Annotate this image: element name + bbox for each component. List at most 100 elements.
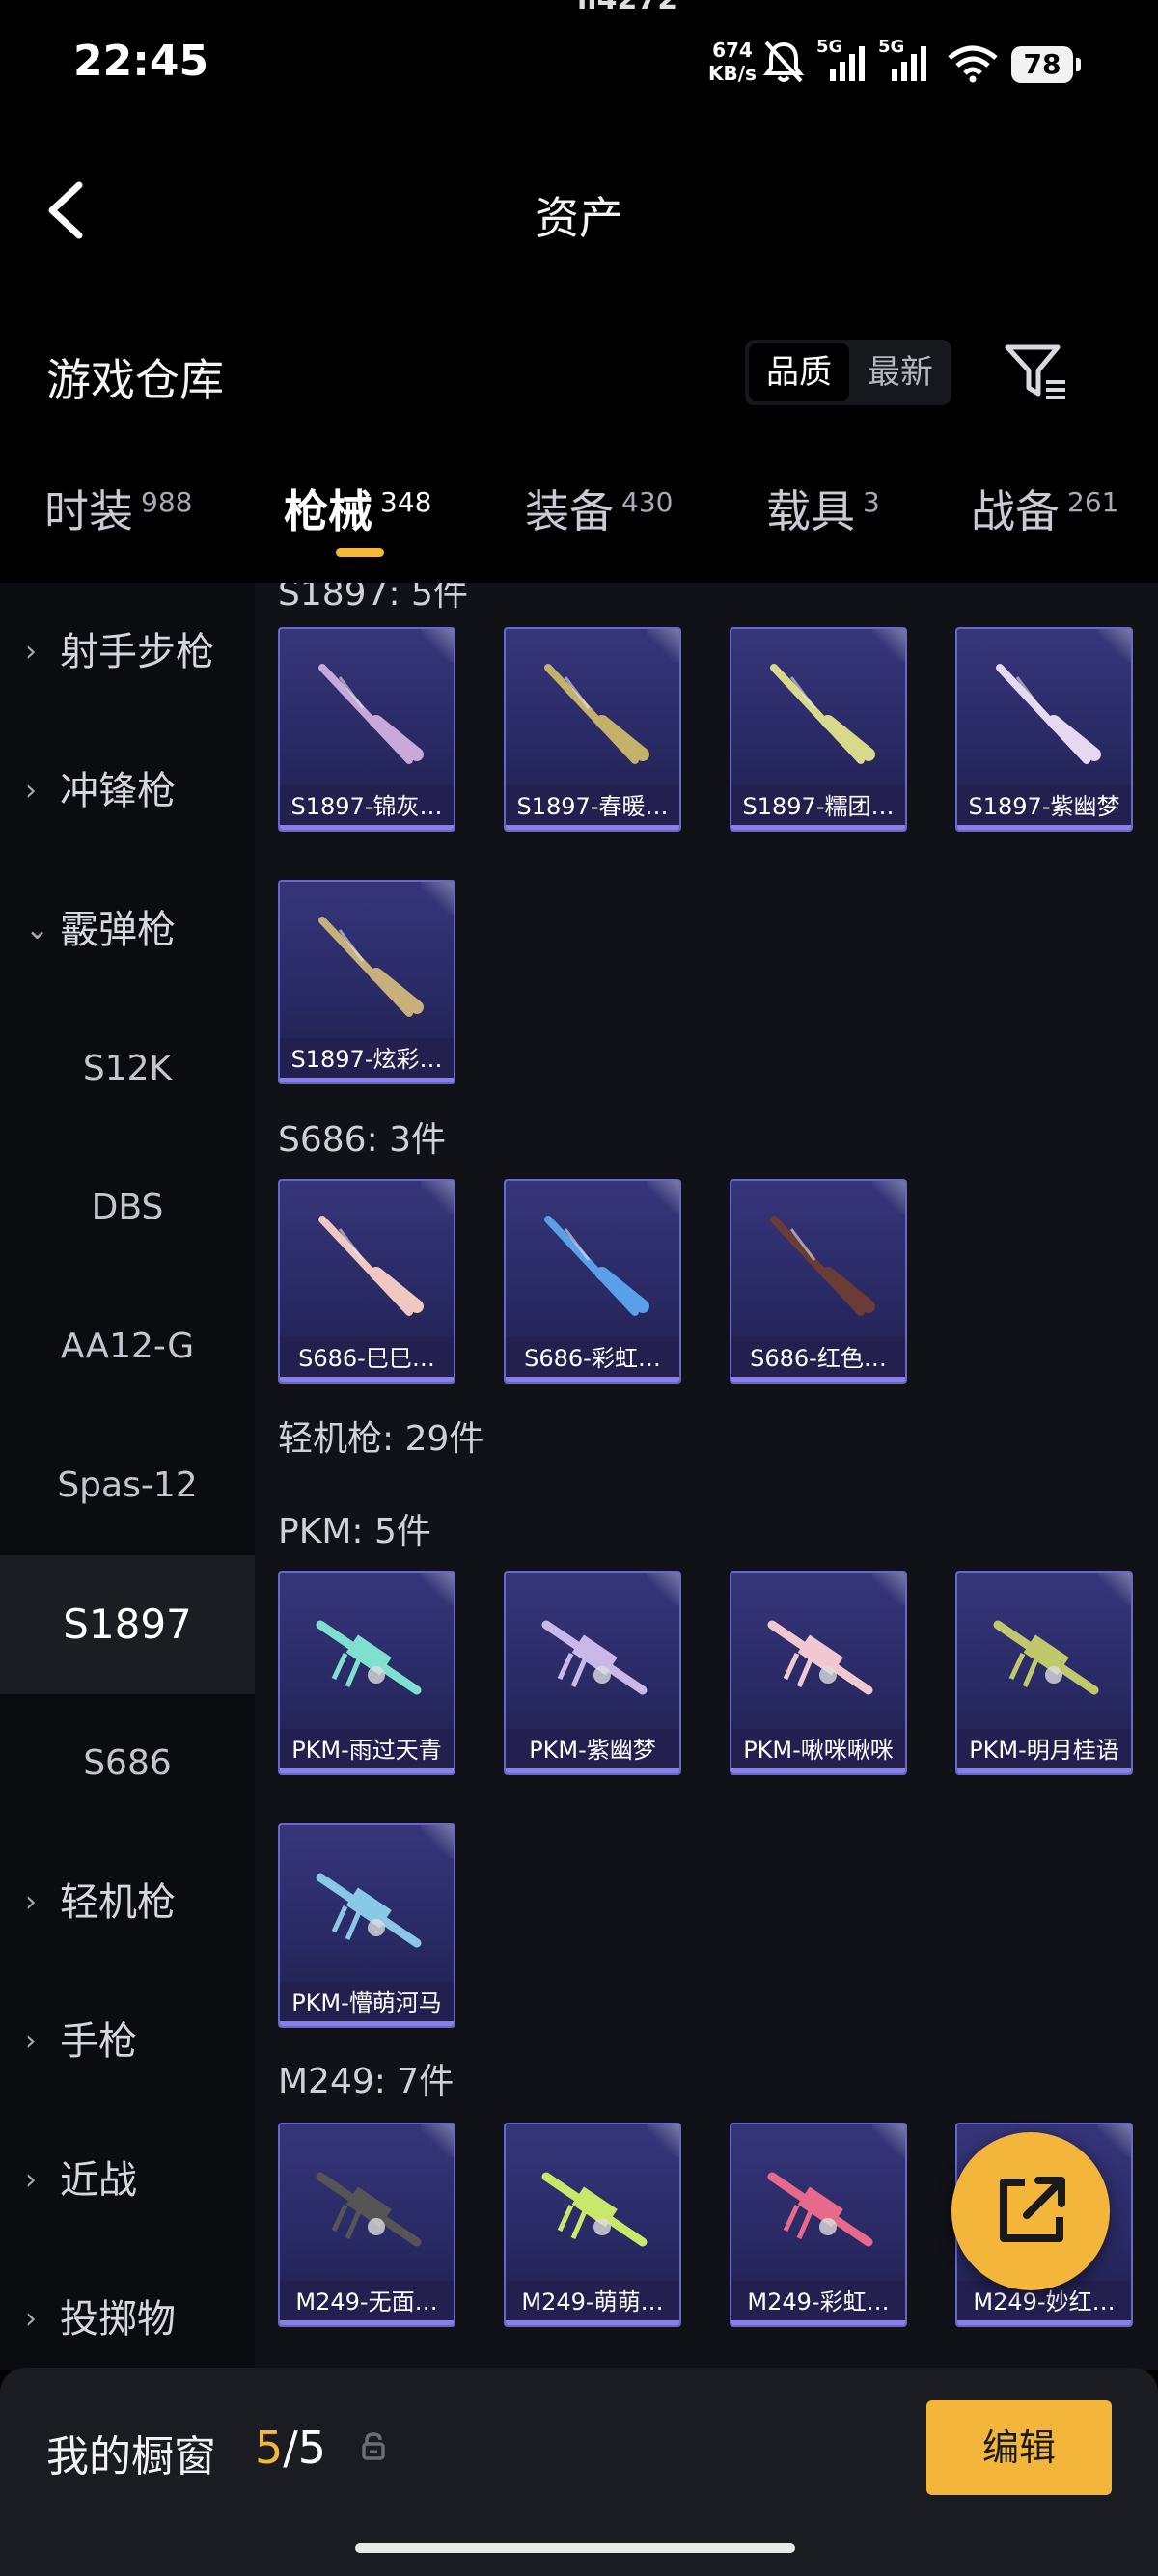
section-title: 游戏仓库 [46,354,224,406]
chevron-right-icon: › [25,2302,37,2336]
weapon-card-pkm-jiumi[interactable]: PKM-啾咪啾咪 [730,1571,907,1775]
weapon-card-s1897-chunnuan[interactable]: S1897-春暖… [504,627,681,832]
weapon-card-label: M249-萌萌… [506,2281,679,2325]
showcase-total: /5 [283,2422,327,2474]
share-export-button[interactable] [951,2132,1110,2290]
group-label: 轻机枪: 29件 [278,1419,484,1459]
sidebar-subitem-s686[interactable]: S686 [0,1694,255,1833]
weapon-card-pkm-mengmenghema[interactable]: PKM-懵萌河马 [278,1823,455,2028]
sidebar-item-shotgun[interactable]: ⌄ 霰弹枪 [0,861,255,1000]
sidebar-item-smg[interactable]: › 冲锋枪 [0,722,255,861]
chevron-right-icon: › [25,2163,37,2197]
tab-count: 988 [141,485,193,518]
tab-fashion[interactable]: 时装 988 [44,477,192,544]
bell-muted-icon [762,39,805,85]
edit-button[interactable]: 编辑 [926,2400,1112,2495]
weapon-image [541,1620,648,1695]
chevron-right-icon: › [25,774,37,808]
weapon-image [996,664,1101,764]
category-sidebar[interactable]: › 射手步枪 › 冲锋枪 ⌄ 霰弹枪 S12K DBS AA12-G Spas-12 … [0,583,255,2370]
network-speed: 674 KB/s [708,39,757,85]
filter-icon[interactable] [1004,342,1071,403]
chevron-right-icon: › [25,1885,37,1919]
wifi-icon [946,44,1000,83]
weapon-card-label: S1897-锦灰… [280,785,454,830]
weapon-image [316,1873,422,1948]
group-label: PKM: 5件 [278,1512,431,1551]
chevron-down-icon: ⌄ [25,913,50,946]
weapon-card-label: S1897-春暖… [506,785,679,830]
sidebar-item-melee[interactable]: › 近战 [0,2111,255,2250]
battery-icon: 78 [1011,46,1081,83]
weapon-card-s1897-nuotuan[interactable]: S1897-糯团… [730,627,907,832]
sidebar-item-marksman-rifle[interactable]: › 射手步枪 [0,583,255,722]
network-speed-unit: KB/s [708,62,757,85]
weapon-card-s1897-jinhui[interactable]: S1897-锦灰… [278,627,455,832]
sort-toggle: 品质 最新 [745,340,951,405]
weapon-card-s686-caihong[interactable]: S686-彩虹… [504,1179,681,1384]
weapon-card-label: PKM-雨过天青 [280,1729,454,1773]
weapon-card-pkm-ziyoumeng[interactable]: PKM-紫幽梦 [504,1571,681,1775]
weapon-card-label: S686-彩虹… [506,1337,679,1382]
weapon-card-pkm-mingyueguiyu[interactable]: PKM-明月桂语 [955,1571,1133,1775]
weapon-card-s686-hongse[interactable]: S686-红色… [730,1179,907,1384]
weapon-card-m249-wumian[interactable]: M249-无面… [278,2123,455,2327]
group-label: M249: 7件 [278,2062,455,2101]
sidebar-item-pistol[interactable]: › 手枪 [0,1972,255,2111]
status-top-mark: ıı4272 [577,0,677,16]
sidebar-subitem-aa12g[interactable]: AA12-G [0,1277,255,1416]
weapon-card-label: S1897-糯团… [731,785,905,830]
weapon-card-label: S686-红色… [731,1337,905,1382]
weapon-card-s1897-xuancai[interactable]: S1897-炫彩… [278,880,455,1084]
sidebar-item-label: 手枪 [60,2019,137,2064]
sidebar-subitem-s12k[interactable]: S12K [0,1000,255,1138]
weapon-image [316,1620,422,1695]
lock-icon [361,2431,386,2460]
tab-equipment[interactable]: 装备 430 [525,477,673,544]
active-tab-indicator [336,548,384,557]
network-speed-value: 674 [712,39,753,62]
sidebar-item-throwables[interactable]: › 投掷物 [0,2250,255,2370]
weapon-image [544,664,649,764]
chevron-right-icon: › [25,2024,37,2058]
weapon-image [318,664,424,764]
weapon-grid[interactable]: S1897: 5件 S686: 3件 轻机枪: 29件 PKM: 5件 M249… [255,583,1158,2370]
sidebar-subitem-s1897[interactable]: S1897 [0,1555,255,1694]
home-indicator[interactable] [355,2543,795,2553]
weapon-image [993,1620,1099,1695]
tab-count: 261 [1067,485,1119,518]
tab-combat-supplies[interactable]: 战备 261 [971,477,1118,544]
group-label: S686: 3件 [278,1120,447,1160]
tab-vehicles[interactable]: 载具 3 [766,477,880,544]
weapon-card-label: PKM-明月桂语 [957,1729,1131,1773]
weapon-card-m249-caihong[interactable]: M249-彩虹… [730,2123,907,2327]
weapon-card-label: M249-无面… [280,2281,454,2325]
status-bar: ıı4272 22:45 674 KB/s 5G 5G 78 [0,0,1158,135]
weapon-card-label: PKM-啾咪啾咪 [731,1729,905,1773]
weapon-card-label: M249-彩虹… [731,2281,905,2325]
sidebar-item-label: 近战 [60,2158,137,2203]
weapon-image [770,1216,875,1316]
tab-label: 载具 [766,485,855,537]
sort-quality-button[interactable]: 品质 [749,343,849,401]
group-label: S1897: 5件 [278,583,468,614]
showcase-count: 5/5 [255,2422,326,2474]
weapon-card-label: S1897-紫幽梦 [957,785,1131,830]
sidebar-item-label: 冲锋枪 [60,769,176,813]
weapon-image [541,2172,648,2247]
tab-label: 战备 [971,485,1060,537]
sidebar-subitem-spas12[interactable]: Spas-12 [0,1416,255,1555]
weapon-card-m249-mengmeng[interactable]: M249-萌萌… [504,2123,681,2327]
weapon-card-s1897-ziyoumeng[interactable]: S1897-紫幽梦 [955,627,1133,832]
weapon-card-label: PKM-紫幽梦 [506,1729,679,1773]
tab-firearms[interactable]: 枪械 348 [284,477,431,544]
sort-newest-button[interactable]: 最新 [853,343,948,401]
sidebar-subitem-dbs[interactable]: DBS [0,1138,255,1277]
weapon-card-label: PKM-懵萌河马 [280,1982,454,2026]
tab-label: 装备 [525,485,614,537]
weapon-card-pkm-yuguotianqing[interactable]: PKM-雨过天青 [278,1571,455,1775]
sidebar-item-lmg[interactable]: › 轻机枪 [0,1833,255,1972]
weapon-card-s686-sisi[interactable]: S686-巳巳… [278,1179,455,1384]
weapon-image [318,917,424,1017]
page-title: 资产 [535,192,623,244]
